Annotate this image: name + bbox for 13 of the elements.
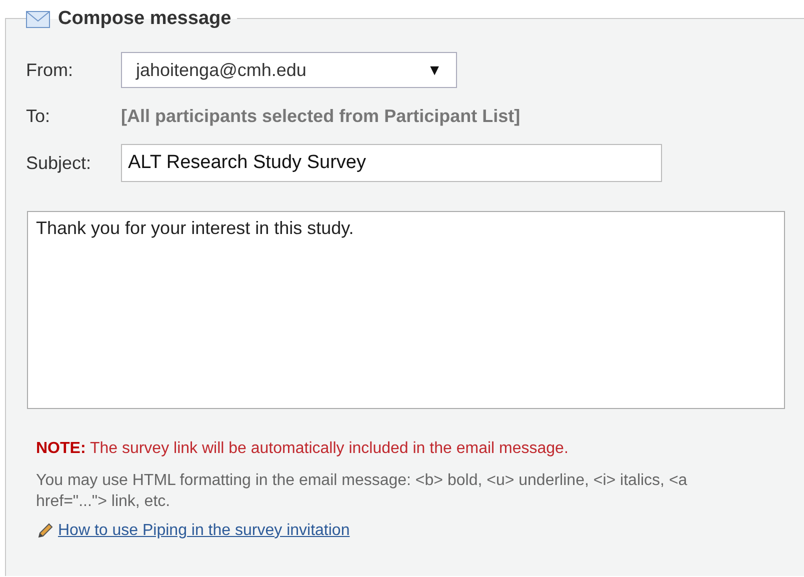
envelope-icon [26, 10, 50, 28]
pencil-icon [36, 522, 54, 540]
help-text: You may use HTML formatting in the email message: <b> bold, <u> underline, <i> italics, <a href="..."> link, etc. [36, 471, 688, 512]
subject-label: Subject: [26, 152, 92, 174]
note-text: NOTE: The survey link will be automatically included in the email message. [36, 440, 570, 458]
subject-field[interactable]: ALT Research Study Survey [121, 144, 662, 182]
to-label: To: [26, 106, 52, 127]
piping-help-link[interactable]: How to use Piping in the survey invitation [58, 522, 350, 540]
message-body-field[interactable]: Thank you for your interest in this study. [27, 211, 785, 409]
from-select[interactable]: jahoitenga@cmh.edu ▼ [121, 52, 457, 88]
panel-title: Compose message [58, 8, 232, 30]
recipients-text: [All participants selected from Participant List] [121, 106, 520, 127]
from-label: From: [26, 60, 74, 80]
